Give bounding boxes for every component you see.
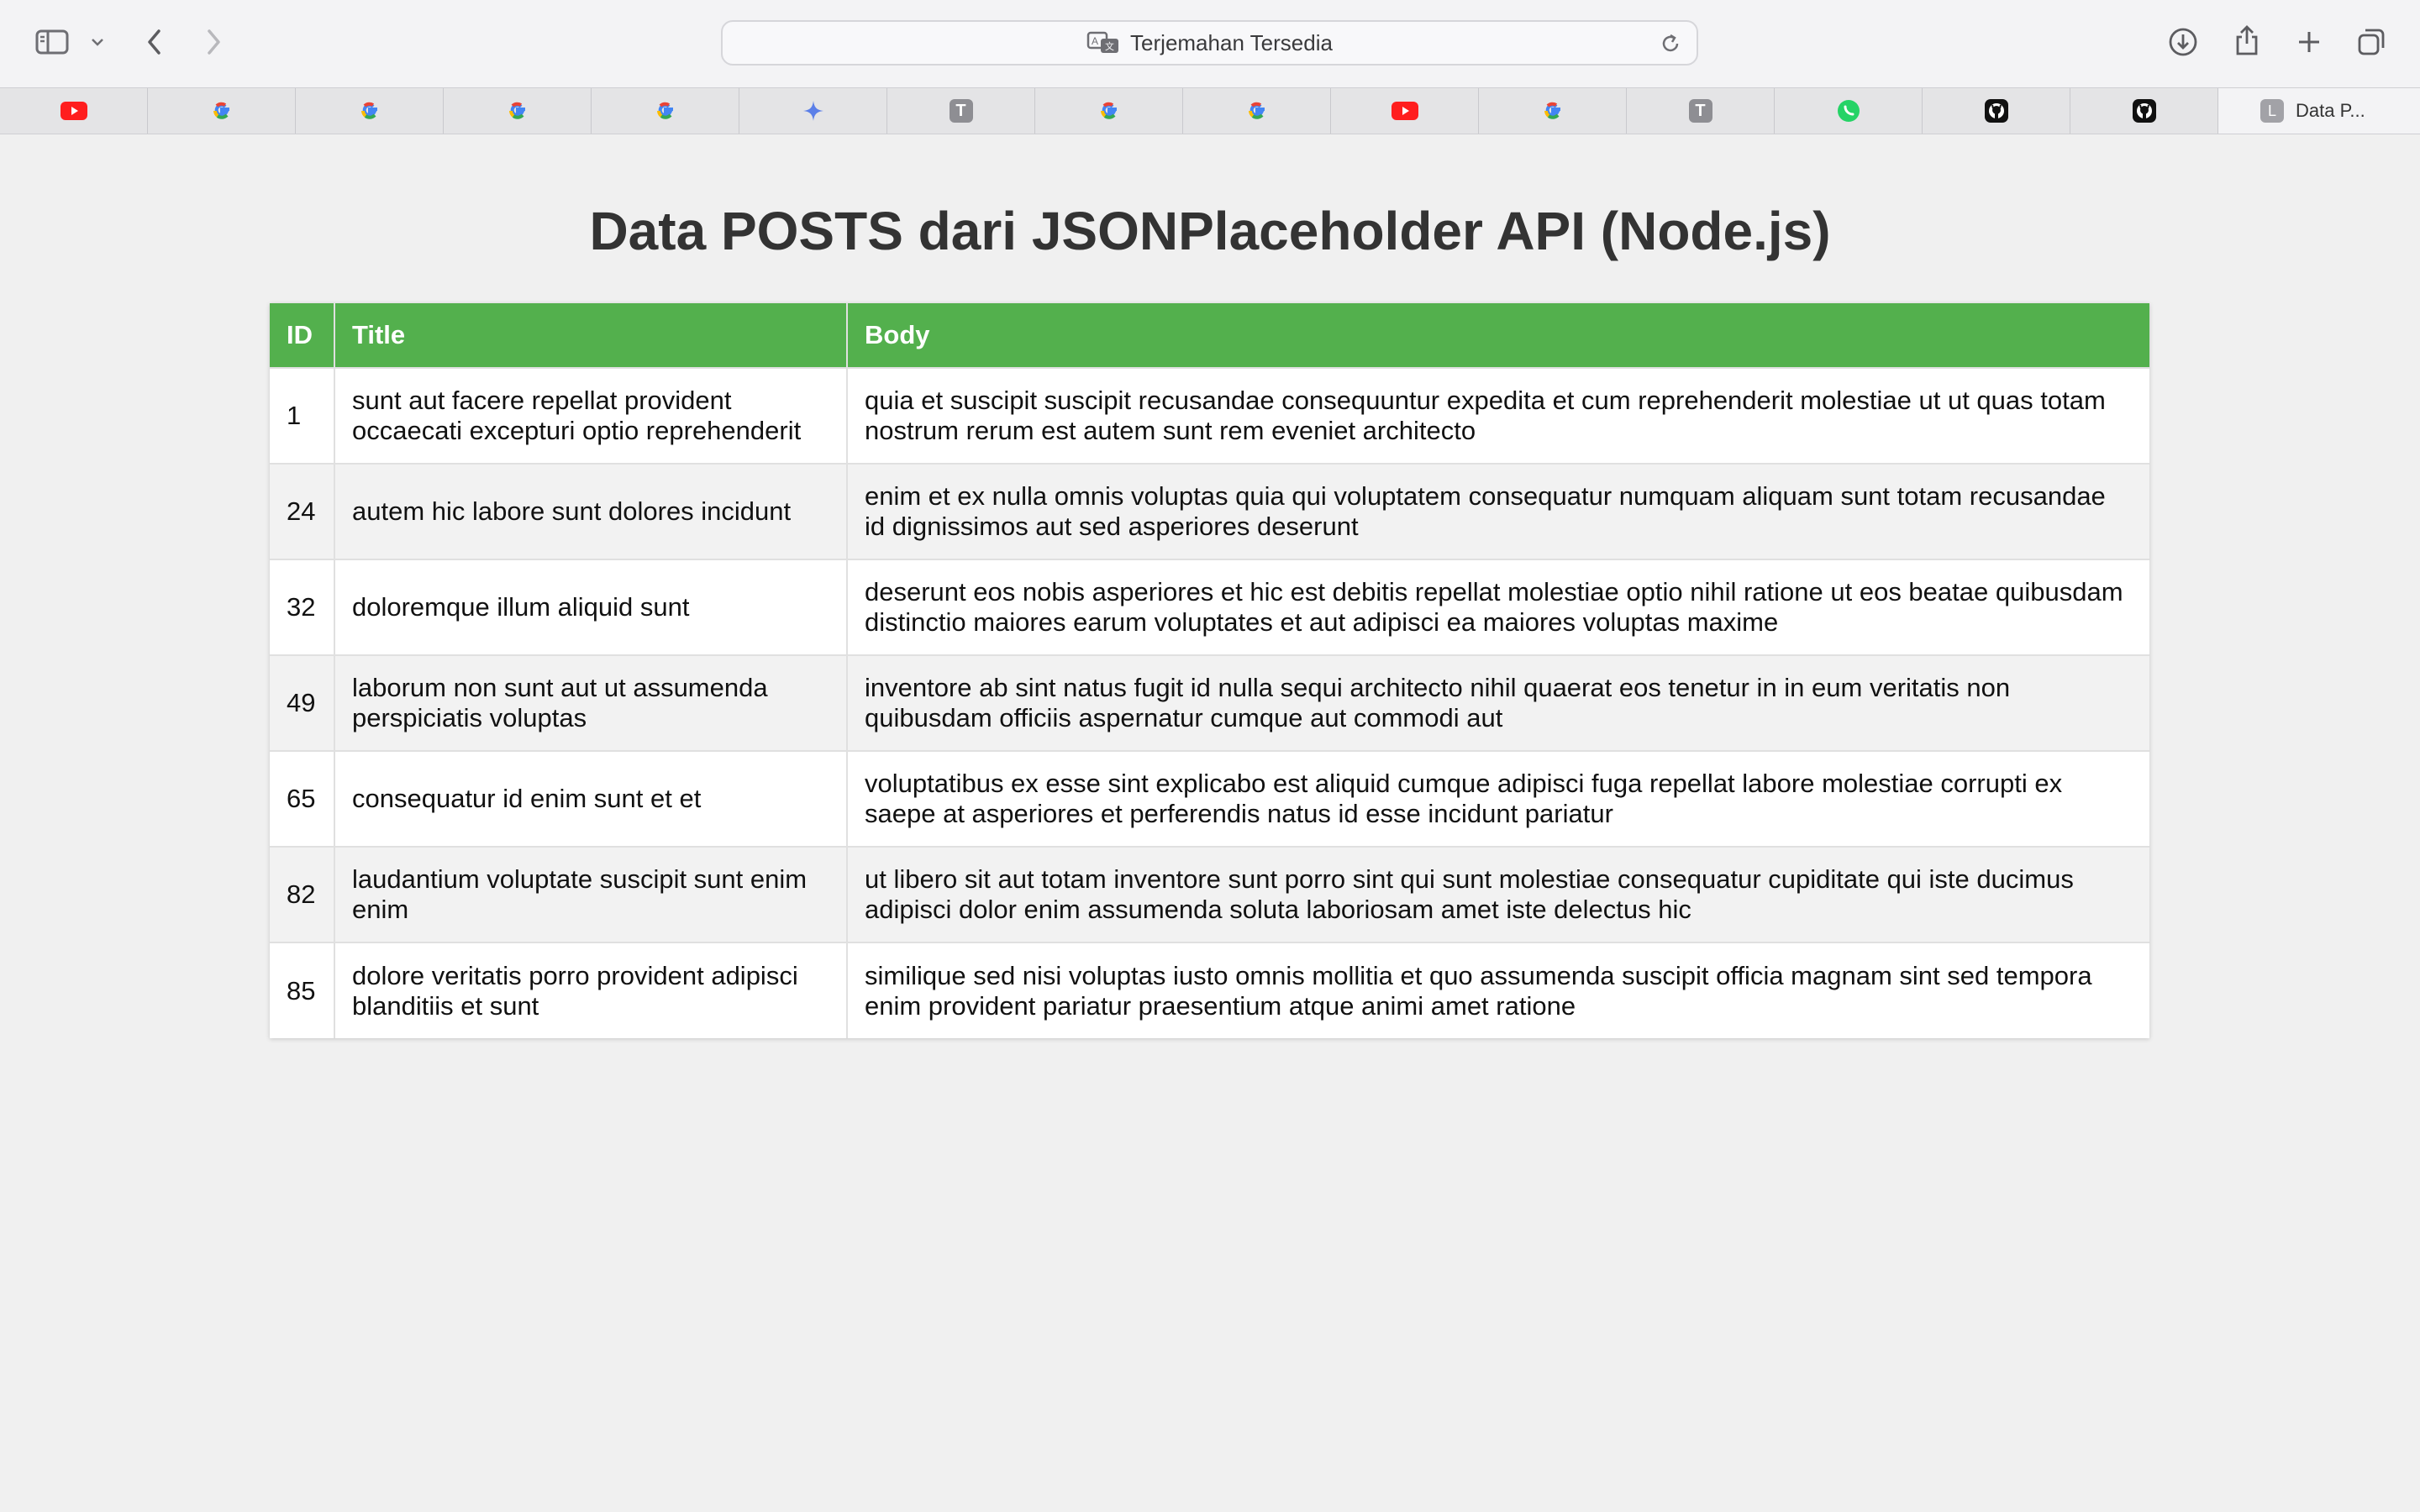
cell-id: 24 [270, 463, 335, 559]
chevron-right-icon [208, 29, 220, 55]
cell-title: doloremque illum aliquid sunt [334, 559, 848, 655]
cell-id: 49 [270, 654, 335, 751]
posts-table: ID Title Body 1 sunt aut facere repellat… [270, 303, 2149, 1038]
google-icon [1097, 99, 1121, 123]
download-icon [2169, 28, 2197, 56]
translate-icon: A文 [1086, 31, 1119, 53]
browser-toolbar: A文 Terjemahan Tersedia [0, 0, 2420, 87]
youtube-icon [60, 102, 87, 120]
google-icon [1245, 99, 1269, 123]
cell-body: quia et suscipit suscipit recusandae con… [847, 367, 2149, 464]
tab-google[interactable] [444, 88, 592, 134]
cell-title: sunt aut facere repellat provident occae… [334, 367, 848, 464]
address-bar-label: Terjemahan Tersedia [1130, 29, 1333, 55]
github-icon [2132, 99, 2156, 123]
tab-google[interactable] [148, 88, 296, 134]
cell-body: deserunt eos nobis asperiores et hic est… [847, 559, 2149, 655]
google-icon [506, 99, 529, 123]
cell-title: laborum non sunt aut ut assumenda perspi… [334, 654, 848, 751]
tab-github[interactable] [2070, 88, 2218, 134]
tab-bar: T T L Data P... [0, 87, 2420, 134]
table-row: 49 laborum non sunt aut ut assumenda per… [270, 654, 2149, 751]
google-icon [210, 99, 234, 123]
cell-title: laudantium voluptate suscipit sunt enim … [334, 846, 848, 942]
tab-t-site[interactable]: T [1627, 88, 1775, 134]
table-row: 85 dolore veritatis porro provident adip… [270, 942, 2149, 1038]
column-header-body: Body [847, 303, 2149, 368]
t-badge-icon: T [949, 99, 973, 123]
tab-gemini[interactable] [739, 88, 887, 134]
svg-text:A: A [1092, 35, 1098, 47]
address-bar[interactable]: A文 Terjemahan Tersedia [721, 20, 1698, 66]
table-row: 65 consequatur id enim sunt et et volupt… [270, 750, 2149, 847]
share-icon [2236, 25, 2258, 55]
google-icon [358, 99, 381, 123]
cell-body: similique sed nisi voluptas iusto omnis … [847, 942, 2149, 1038]
back-button[interactable] [139, 25, 170, 59]
active-tab-title: Data P... [2296, 100, 2365, 121]
downloads-button[interactable] [2166, 25, 2200, 59]
sidebar-icon [35, 29, 69, 55]
gemini-icon [802, 99, 825, 123]
cell-body: ut libero sit aut totam inventore sunt p… [847, 846, 2149, 942]
cell-body: enim et ex nulla omnis voluptas quia qui… [847, 463, 2149, 559]
cell-body: inventore ab sint natus fugit id nulla s… [847, 654, 2149, 751]
cell-title: dolore veritatis porro provident adipisc… [334, 942, 848, 1038]
google-icon [654, 99, 677, 123]
l-badge-icon: L [2260, 99, 2284, 123]
tab-active-data-posts[interactable]: L Data P... [2218, 88, 2420, 134]
sidebar-toggle-button[interactable] [32, 25, 72, 59]
chevron-left-icon [148, 29, 160, 55]
svg-text:文: 文 [1105, 40, 1114, 52]
tab-google[interactable] [1035, 88, 1183, 134]
tab-whatsapp[interactable] [1775, 88, 1923, 134]
posts-table-container: ID Title Body 1 sunt aut facere repellat… [270, 303, 2149, 1038]
tab-google[interactable] [1479, 88, 1627, 134]
whatsapp-icon [1837, 100, 1860, 122]
tab-google[interactable] [592, 88, 739, 134]
github-icon [1984, 99, 2008, 123]
table-row: 82 laudantium voluptate suscipit sunt en… [270, 846, 2149, 942]
cell-body: voluptatibus ex esse sint explicabo est … [847, 750, 2149, 847]
cell-id: 32 [270, 559, 335, 655]
column-header-id: ID [270, 303, 335, 368]
tab-overview-button[interactable] [2354, 25, 2388, 59]
tab-overview-icon [2358, 29, 2385, 55]
youtube-icon [1391, 102, 1418, 120]
tab-google[interactable] [1183, 88, 1331, 134]
tab-youtube[interactable] [0, 88, 148, 134]
tab-groups-dropdown-button[interactable] [86, 30, 109, 54]
forward-button[interactable] [198, 25, 229, 59]
cell-id: 85 [270, 942, 335, 1038]
cell-id: 1 [270, 367, 335, 464]
table-row: 24 autem hic labore sunt dolores incidun… [270, 463, 2149, 559]
page-title: Data POSTS dari JSONPlaceholder API (Nod… [589, 201, 1831, 261]
tab-google[interactable] [296, 88, 444, 134]
plus-icon [2299, 32, 2319, 52]
table-header-row: ID Title Body [270, 303, 2149, 368]
cell-title: consequatur id enim sunt et et [334, 750, 848, 847]
chevron-down-icon [92, 39, 103, 46]
cell-id: 65 [270, 750, 335, 847]
reload-icon [1662, 34, 1679, 52]
cell-title: autem hic labore sunt dolores incidunt [334, 463, 848, 559]
share-button[interactable] [2230, 22, 2264, 59]
column-header-title: Title [334, 303, 848, 368]
tab-t-site[interactable]: T [887, 88, 1035, 134]
google-icon [1541, 99, 1565, 123]
new-tab-button[interactable] [2292, 25, 2326, 59]
reload-button[interactable] [1660, 33, 1681, 59]
tab-youtube[interactable] [1331, 88, 1479, 134]
table-row: 32 doloremque illum aliquid sunt deserun… [270, 559, 2149, 655]
t-badge-icon: T [1688, 99, 1712, 123]
cell-id: 82 [270, 846, 335, 942]
tab-github[interactable] [1923, 88, 2070, 134]
table-row: 1 sunt aut facere repellat provident occ… [270, 367, 2149, 464]
